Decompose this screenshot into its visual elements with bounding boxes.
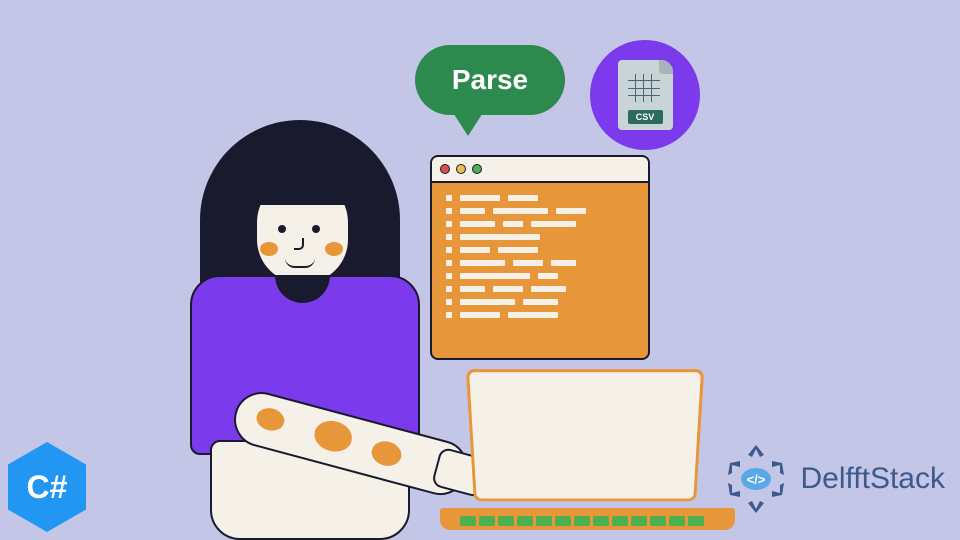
key xyxy=(593,516,609,526)
code-bar xyxy=(460,286,485,292)
csv-grid-icon xyxy=(628,74,660,102)
key xyxy=(536,516,552,526)
code-window xyxy=(430,155,650,360)
traffic-light-red-icon xyxy=(440,164,450,174)
vitiligo-spot xyxy=(369,438,404,469)
bullet-icon xyxy=(446,299,452,305)
code-line xyxy=(446,195,634,201)
bullet-icon xyxy=(446,247,452,253)
traffic-light-green-icon xyxy=(472,164,482,174)
brand-name: DelfftStack xyxy=(800,462,945,496)
laptop-screen xyxy=(466,369,704,501)
code-bar xyxy=(538,273,558,279)
key xyxy=(574,516,590,526)
cheek-spot xyxy=(260,242,278,256)
csharp-label: C# xyxy=(27,469,68,506)
nose xyxy=(294,238,304,250)
traffic-light-yellow-icon xyxy=(456,164,466,174)
key xyxy=(612,516,628,526)
eye-left xyxy=(278,225,286,233)
code-line xyxy=(446,260,634,266)
code-bar xyxy=(498,247,538,253)
csv-file-icon: CSV xyxy=(618,60,673,130)
brand-logo: </> DelfftStack xyxy=(720,443,945,515)
eye-right xyxy=(312,225,320,233)
csharp-badge: C# xyxy=(8,442,86,532)
code-bar xyxy=(551,260,576,266)
code-bar xyxy=(460,208,485,214)
code-bar xyxy=(493,286,523,292)
vitiligo-spot xyxy=(254,405,287,433)
svg-text:</>: </> xyxy=(747,472,766,487)
bullet-icon xyxy=(446,208,452,214)
bubble-text: Parse xyxy=(452,64,528,96)
code-bar xyxy=(460,260,505,266)
code-line xyxy=(446,234,634,240)
code-bar xyxy=(523,299,558,305)
code-line xyxy=(446,221,634,227)
code-bar xyxy=(460,299,515,305)
bullet-icon xyxy=(446,195,452,201)
brand-logo-icon: </> xyxy=(720,443,792,515)
code-bar xyxy=(460,247,490,253)
vitiligo-spot xyxy=(311,417,355,456)
code-bar xyxy=(513,260,543,266)
laptop xyxy=(440,370,720,520)
key xyxy=(688,516,704,526)
laptop-keyboard xyxy=(460,516,704,526)
code-bar xyxy=(531,221,576,227)
key xyxy=(650,516,666,526)
bullet-icon xyxy=(446,234,452,240)
key xyxy=(460,516,476,526)
code-bar xyxy=(508,195,538,201)
cheek-spot xyxy=(325,242,343,256)
window-header xyxy=(432,157,648,183)
code-line xyxy=(446,208,634,214)
code-line xyxy=(446,247,634,253)
csv-badge: CSV xyxy=(590,40,700,150)
key xyxy=(555,516,571,526)
bullet-icon xyxy=(446,273,452,279)
key xyxy=(517,516,533,526)
code-bar xyxy=(460,312,500,318)
code-line xyxy=(446,286,634,292)
key xyxy=(669,516,685,526)
key xyxy=(479,516,495,526)
key xyxy=(631,516,647,526)
code-body xyxy=(432,183,648,337)
code-bar xyxy=(503,221,523,227)
speech-bubble: Parse xyxy=(415,45,565,115)
code-bar xyxy=(460,273,530,279)
code-bar xyxy=(508,312,558,318)
code-bar xyxy=(556,208,586,214)
code-bar xyxy=(493,208,548,214)
bullet-icon xyxy=(446,286,452,292)
code-line xyxy=(446,299,634,305)
key xyxy=(498,516,514,526)
bullet-icon xyxy=(446,260,452,266)
code-bar xyxy=(460,195,500,201)
bullet-icon xyxy=(446,221,452,227)
speech-bubble-tail xyxy=(450,108,486,136)
code-line xyxy=(446,273,634,279)
hair-front xyxy=(240,150,365,205)
csv-label: CSV xyxy=(628,110,663,124)
code-bar xyxy=(460,234,540,240)
illustration-canvas: Parse CSV xyxy=(170,60,770,500)
code-bar xyxy=(460,221,495,227)
bullet-icon xyxy=(446,312,452,318)
code-bar xyxy=(531,286,566,292)
code-line xyxy=(446,312,634,318)
